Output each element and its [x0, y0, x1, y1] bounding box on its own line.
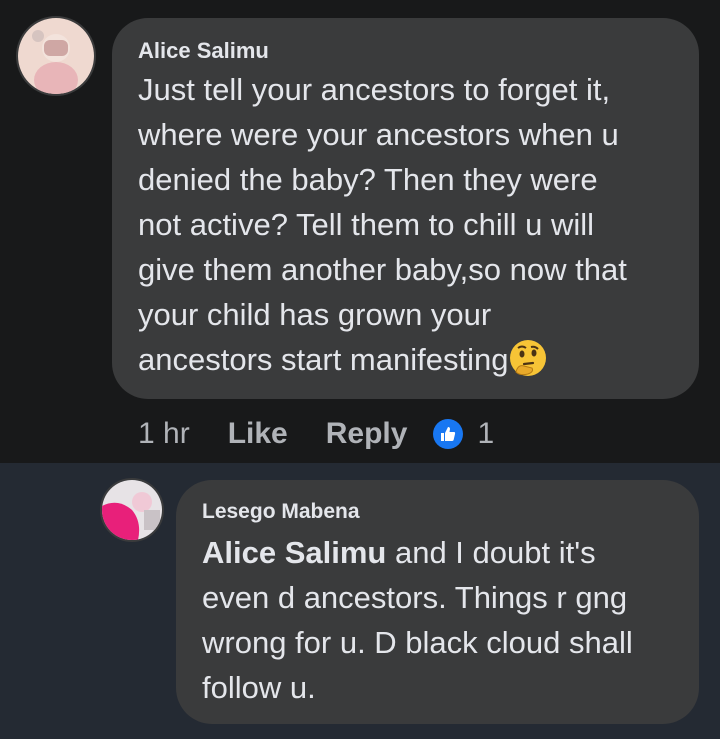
like-button[interactable]: Like — [228, 417, 288, 451]
reply-text: Alice Salimu and I doubt it's even d anc… — [202, 530, 679, 710]
reply-bubble: Lesego Mabena Alice Salimu and I doubt i… — [176, 480, 699, 724]
comment-timestamp[interactable]: 1 hr — [138, 417, 190, 451]
thumbs-up-icon[interactable] — [433, 419, 464, 449]
comment-body: Just tell your ancestors to forget it, w… — [138, 72, 627, 377]
reply-avatar[interactable] — [100, 478, 164, 542]
comment-author[interactable]: Alice Salimu — [138, 37, 675, 65]
reply-author[interactable]: Lesego Mabena — [202, 498, 679, 526]
comment-actions: 1 hr Like Reply 1 — [138, 412, 494, 456]
thinking-face-emoji — [508, 338, 548, 378]
comment-bubble: Alice Salimu Just tell your ancestors to… — [112, 18, 699, 399]
reply-button[interactable]: Reply — [326, 417, 408, 451]
avatar[interactable] — [16, 16, 96, 96]
reaction-count[interactable]: 1 — [477, 417, 494, 451]
comment-text: Just tell your ancestors to forget it, w… — [138, 67, 675, 382]
mention-tag[interactable]: Alice Salimu — [202, 535, 386, 570]
